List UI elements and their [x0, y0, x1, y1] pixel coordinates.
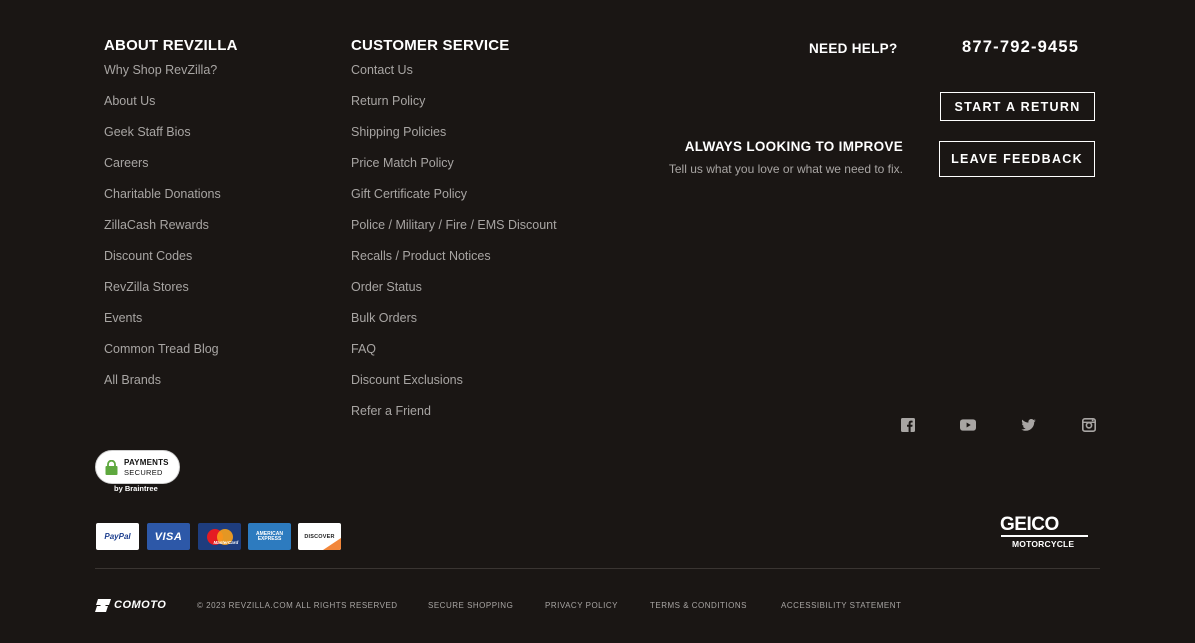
- customer-service-heading: CUSTOMER SERVICE: [351, 37, 510, 54]
- service-link-contact[interactable]: Contact Us: [351, 63, 557, 94]
- about-link-staff-bios[interactable]: Geek Staff Bios: [104, 125, 238, 156]
- link-text[interactable]: SECURE SHOPPING: [428, 601, 513, 610]
- braintree-byline: by Braintree: [114, 484, 158, 493]
- amex-card-icon: AMERICAN EXPRESS: [248, 523, 291, 550]
- youtube-icon[interactable]: [960, 417, 976, 433]
- service-link-order-status[interactable]: Order Status: [351, 280, 557, 311]
- need-help-label: NEED HELP?: [809, 41, 898, 56]
- link-text[interactable]: Shipping Policies: [351, 125, 446, 139]
- link-text[interactable]: Discount Codes: [104, 249, 192, 263]
- copyright-text: © 2023 REVZILLA.COM ALL RIGHTS RESERVED: [197, 601, 398, 610]
- about-link-charitable-donations[interactable]: Charitable Donations: [104, 187, 238, 218]
- leave-feedback-button[interactable]: LEAVE FEEDBACK: [939, 141, 1095, 177]
- link-text[interactable]: Bulk Orders: [351, 311, 417, 325]
- accessibility-statement-link[interactable]: ACCESSIBILITY STATEMENT: [781, 601, 901, 610]
- about-link-zillacash[interactable]: ZillaCash Rewards: [104, 218, 238, 249]
- link-text[interactable]: TERMS & CONDITIONS: [650, 601, 747, 610]
- link-text[interactable]: Price Match Policy: [351, 156, 454, 170]
- comoto-mark-icon: [95, 598, 111, 612]
- service-link-gift-certificate[interactable]: Gift Certificate Policy: [351, 187, 557, 218]
- braintree-secure-badge: PAYMENTS SECURED: [95, 450, 180, 484]
- link-text[interactable]: Careers: [104, 156, 148, 170]
- link-text[interactable]: Gift Certificate Policy: [351, 187, 467, 201]
- link-text[interactable]: Police / Military / Fire / EMS Discount: [351, 218, 557, 232]
- link-text[interactable]: ZillaCash Rewards: [104, 218, 209, 232]
- service-link-shipping[interactable]: Shipping Policies: [351, 125, 557, 156]
- mastercard-card-icon: MasterCard: [198, 523, 241, 550]
- paypal-card-icon: PayPal: [96, 523, 139, 550]
- badge-line-1: PAYMENTS: [124, 458, 169, 467]
- service-links-list: Contact Us Return Policy Shipping Polici…: [351, 63, 557, 435]
- instagram-icon[interactable]: [1081, 417, 1097, 433]
- geico-motorcycle-logo[interactable]: GEICO MOTORCYCLE: [1000, 514, 1090, 552]
- link-text[interactable]: Refer a Friend: [351, 404, 431, 418]
- service-link-recalls[interactable]: Recalls / Product Notices: [351, 249, 557, 280]
- visa-card-icon: VISA: [147, 523, 190, 550]
- link-text[interactable]: Why Shop RevZilla?: [104, 63, 217, 77]
- discover-card-icon: DISCOVER: [298, 523, 341, 550]
- mastercard-label: MasterCard: [213, 539, 239, 545]
- about-revzilla-column: ABOUT REVZILLA Why Shop RevZilla? About …: [104, 38, 238, 404]
- phone-number-link[interactable]: 877-792-9455: [962, 38, 1079, 57]
- link-text[interactable]: RevZilla Stores: [104, 280, 189, 294]
- about-link-stores[interactable]: RevZilla Stores: [104, 280, 238, 311]
- about-link-all-brands[interactable]: All Brands: [104, 373, 238, 404]
- visa-label: VISA: [154, 530, 183, 543]
- improve-subtitle: Tell us what you love or what we need to…: [668, 162, 903, 176]
- discover-label: DISCOVER: [304, 533, 335, 540]
- start-return-button[interactable]: START A RETURN: [940, 92, 1095, 121]
- geico-wordmark: GEICO: [1000, 514, 1059, 535]
- secure-shopping-link[interactable]: SECURE SHOPPING: [428, 601, 513, 610]
- about-links-list: Why Shop RevZilla? About Us Geek Staff B…: [104, 63, 238, 404]
- geico-rule: [1001, 535, 1088, 537]
- link-text[interactable]: ACCESSIBILITY STATEMENT: [781, 601, 901, 610]
- customer-service-column: CUSTOMER SERVICE Contact Us Return Polic…: [351, 38, 557, 435]
- service-link-refer-friend[interactable]: Refer a Friend: [351, 404, 557, 435]
- lock-icon: [105, 460, 118, 475]
- paypal-label: PayPal: [104, 532, 131, 541]
- link-text[interactable]: Order Status: [351, 280, 422, 294]
- service-link-faq[interactable]: FAQ: [351, 342, 557, 373]
- comoto-logo[interactable]: COMOTO: [95, 598, 166, 612]
- footer-divider: [95, 568, 1100, 569]
- service-link-bulk-orders[interactable]: Bulk Orders: [351, 311, 557, 342]
- about-revzilla-heading: ABOUT REVZILLA: [104, 37, 238, 54]
- about-link-careers[interactable]: Careers: [104, 156, 238, 187]
- link-text[interactable]: Discount Exclusions: [351, 373, 463, 387]
- service-link-first-responder-discount[interactable]: Police / Military / Fire / EMS Discount: [351, 218, 557, 249]
- improve-heading: ALWAYS LOOKING TO IMPROVE: [684, 139, 903, 154]
- about-link-common-tread[interactable]: Common Tread Blog: [104, 342, 238, 373]
- geico-tagline: MOTORCYCLE: [1012, 539, 1075, 549]
- link-text[interactable]: Geek Staff Bios: [104, 125, 191, 139]
- facebook-icon[interactable]: [900, 417, 916, 433]
- about-link-events[interactable]: Events: [104, 311, 238, 342]
- link-text[interactable]: Common Tread Blog: [104, 342, 219, 356]
- service-link-return-policy[interactable]: Return Policy: [351, 94, 557, 125]
- link-text[interactable]: All Brands: [104, 373, 161, 387]
- link-text[interactable]: About Us: [104, 94, 155, 108]
- twitter-icon[interactable]: [1020, 417, 1036, 433]
- amex-label: AMERICAN EXPRESS: [256, 530, 283, 542]
- terms-conditions-link[interactable]: TERMS & CONDITIONS: [650, 601, 747, 610]
- about-link-discount-codes[interactable]: Discount Codes: [104, 249, 238, 280]
- service-link-price-match[interactable]: Price Match Policy: [351, 156, 557, 187]
- link-text[interactable]: Return Policy: [351, 94, 425, 108]
- link-text[interactable]: Recalls / Product Notices: [351, 249, 491, 263]
- service-link-discount-exclusions[interactable]: Discount Exclusions: [351, 373, 557, 404]
- link-text[interactable]: Contact Us: [351, 63, 413, 77]
- privacy-policy-link[interactable]: PRIVACY POLICY: [545, 601, 618, 610]
- link-text[interactable]: FAQ: [351, 342, 376, 356]
- link-text[interactable]: Charitable Donations: [104, 187, 221, 201]
- badge-line-2: SECURED: [124, 468, 163, 477]
- comoto-wordmark: COMOTO: [114, 599, 167, 611]
- link-text[interactable]: Events: [104, 311, 142, 325]
- about-link-why-shop[interactable]: Why Shop RevZilla?: [104, 63, 238, 94]
- about-link-about-us[interactable]: About Us: [104, 94, 238, 125]
- link-text[interactable]: PRIVACY POLICY: [545, 601, 618, 610]
